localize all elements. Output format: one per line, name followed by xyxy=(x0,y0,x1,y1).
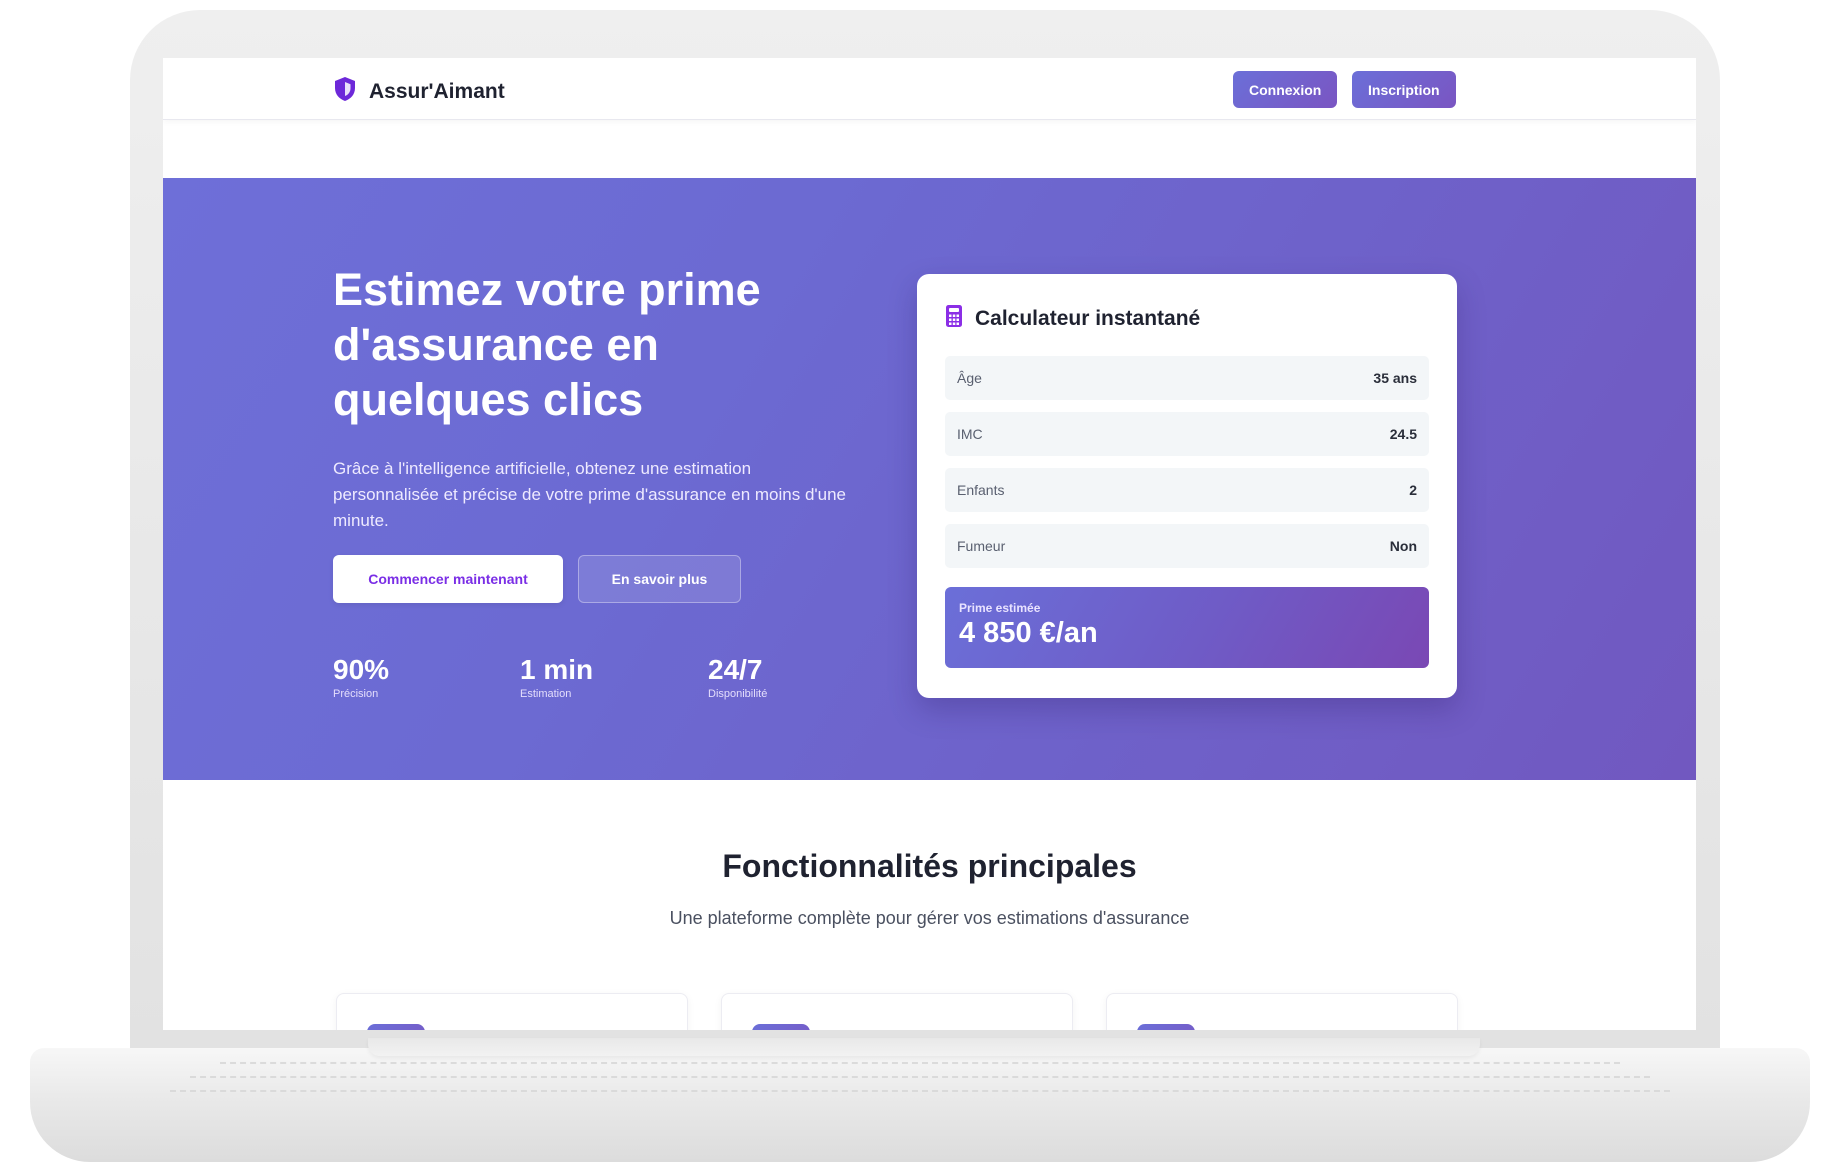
stat-value: 1 min xyxy=(520,654,594,685)
hero-section: Estimez votre prime d'assurance en quelq… xyxy=(163,178,1696,780)
stat-availability: 24/7 Disponibilité xyxy=(708,654,767,700)
calculator-card: Calculateur instantané Âge 35 ans IMC 24… xyxy=(917,274,1457,698)
brand-name: Assur'Aimant xyxy=(369,79,505,103)
browser-viewport: Assur'Aimant Connexion Inscription Estim… xyxy=(163,58,1696,1030)
calculator-header: Calculateur instantané xyxy=(945,304,1200,333)
calculator-row-value: 24.5 xyxy=(1389,426,1417,442)
calculator-row-bmi: IMC 24.5 xyxy=(945,412,1429,456)
learn-more-button[interactable]: En savoir plus xyxy=(578,555,741,603)
calculator-row-label: Enfants xyxy=(957,482,1005,498)
calculator-title: Calculateur instantané xyxy=(975,306,1201,330)
feature-card[interactable] xyxy=(336,993,688,1030)
calculator-row-label: Âge xyxy=(957,370,982,386)
calculator-row-label: Fumeur xyxy=(957,538,1006,554)
calculator-icon xyxy=(945,304,963,333)
feature-icon xyxy=(367,1024,425,1030)
login-button[interactable]: Connexion xyxy=(1233,71,1338,108)
calculator-row-value: 35 ans xyxy=(1373,370,1417,386)
calculator-row-value: 2 xyxy=(1409,482,1417,498)
start-now-button[interactable]: Commencer maintenant xyxy=(333,555,563,603)
calculator-row-children: Enfants 2 xyxy=(945,468,1429,512)
navbar: Assur'Aimant Connexion Inscription xyxy=(163,58,1696,120)
stat-precision: 90% Précision xyxy=(333,654,389,700)
calculator-row-age: Âge 35 ans xyxy=(945,356,1429,400)
hero-subtitle: Grâce à l'intelligence artificielle, obt… xyxy=(333,459,847,530)
laptop-hinge xyxy=(368,1038,1480,1056)
calculator-row-label: IMC xyxy=(957,426,983,442)
brand[interactable]: Assur'Aimant xyxy=(333,76,505,107)
feature-card[interactable] xyxy=(1106,993,1458,1030)
premium-value: 4 850 €/an xyxy=(959,617,1098,649)
estimated-premium: Prime estimée 4 850 €/an xyxy=(945,587,1429,668)
stat-value: 24/7 xyxy=(708,654,763,685)
hero-title: Estimez votre prime d'assurance en quelq… xyxy=(333,264,761,425)
stat-value: 90% xyxy=(333,654,390,685)
feature-card[interactable] xyxy=(721,993,1073,1030)
keyboard-row xyxy=(170,1090,1670,1096)
features-title: Fonctionnalités principales xyxy=(722,848,1137,884)
shield-icon xyxy=(333,76,357,107)
feature-icon xyxy=(752,1024,810,1030)
calculator-row-value: Non xyxy=(1389,538,1417,554)
calculator-row-smoker: Fumeur Non xyxy=(945,524,1429,568)
premium-label: Prime estimée xyxy=(959,601,1041,615)
keyboard-row xyxy=(220,1062,1620,1068)
feature-icon xyxy=(1137,1024,1195,1030)
stat-label: Estimation xyxy=(520,688,572,700)
signup-button[interactable]: Inscription xyxy=(1352,71,1456,108)
keyboard-row xyxy=(190,1076,1650,1082)
features-subtitle: Une plateforme complète pour gérer vos e… xyxy=(669,908,1190,928)
stat-label: Précision xyxy=(333,688,379,700)
stat-estimation: 1 min Estimation xyxy=(520,654,593,700)
stat-label: Disponibilité xyxy=(708,688,768,700)
laptop-base xyxy=(30,1048,1810,1162)
